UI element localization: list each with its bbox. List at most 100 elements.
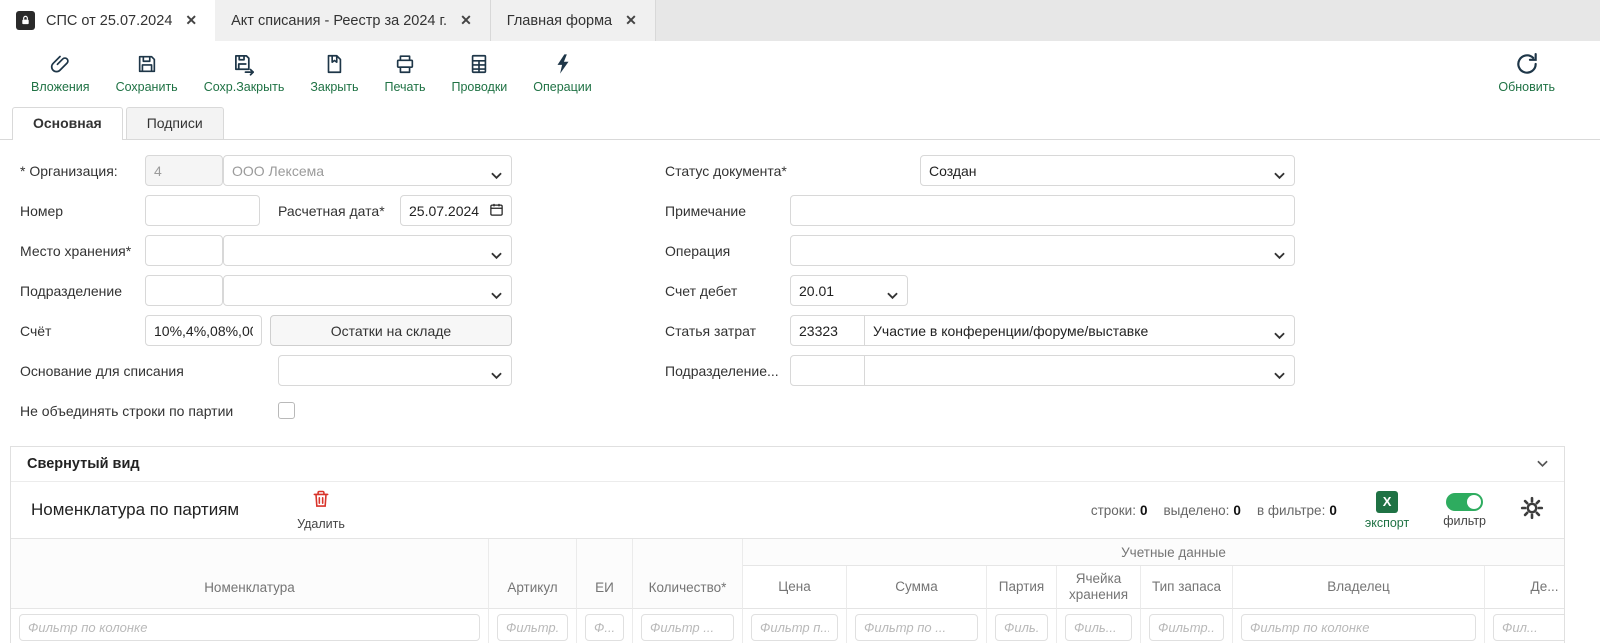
filter-input-quantity[interactable] <box>641 614 734 641</box>
column-header-price[interactable]: Цена <box>743 566 847 609</box>
debit-account-label: Счет дебет <box>665 283 790 299</box>
filter-input-unit[interactable] <box>585 614 624 641</box>
department2-code-input[interactable] <box>790 355 865 386</box>
chevron-down-icon <box>491 247 502 265</box>
number-label: Номер <box>20 203 145 219</box>
filter-input-price[interactable] <box>751 614 838 641</box>
toolbar-label: Операции <box>533 80 591 94</box>
excel-export-icon: X <box>1376 491 1398 513</box>
gear-icon <box>1520 507 1544 524</box>
filter-input-sum[interactable] <box>855 614 978 641</box>
column-header-owner[interactable]: Владелец <box>1233 566 1485 609</box>
operation-label: Операция <box>665 243 790 259</box>
operations-button[interactable]: Операции <box>520 48 604 98</box>
attachments-icon <box>49 52 72 76</box>
filter-input-storage-cell[interactable] <box>1065 614 1132 641</box>
column-header-unit[interactable]: ЕИ <box>577 539 633 609</box>
no-merge-checkbox[interactable] <box>278 402 295 419</box>
close-icon[interactable]: ✕ <box>458 10 474 31</box>
department-select[interactable] <box>223 275 512 306</box>
department2-label: Подразделение... <box>665 363 790 379</box>
number-input[interactable] <box>145 195 260 226</box>
toggle-knob <box>1467 495 1481 509</box>
toolbar-label: Закрыть <box>310 80 358 94</box>
column-header-stock-type[interactable]: Тип запаса <box>1141 566 1233 609</box>
cost-item-row: Статья затрат Участие в конференции/фору… <box>665 315 1295 346</box>
refresh-button[interactable]: Обновить <box>1485 48 1568 98</box>
no-merge-label: Не объединять строки по партии <box>20 403 278 419</box>
column-header-storage-cell[interactable]: Ячейка хранения <box>1057 566 1141 609</box>
print-button[interactable]: Печать <box>372 48 439 98</box>
filter-toggle-switch[interactable] <box>1446 493 1483 511</box>
column-header-nomenclature[interactable]: Номенклатура <box>11 539 489 609</box>
filter-label: фильтр <box>1443 514 1486 528</box>
chevron-down-icon <box>1274 367 1285 385</box>
delete-rows-button[interactable]: Удалить <box>297 489 345 531</box>
export-excel-button[interactable]: X экспорт <box>1365 491 1409 530</box>
collapsed-view-label: Свернутый вид <box>27 456 140 472</box>
column-header-quantity[interactable]: Количество* <box>633 539 743 609</box>
filter-input-nomenclature[interactable] <box>19 614 480 641</box>
save-close-button[interactable]: Сохр.Закрыть <box>191 48 298 98</box>
column-header-de[interactable]: Де... <box>1485 566 1564 609</box>
form-right-column: Статус документа* Создан Примечание Опер… <box>665 155 1295 435</box>
organization-select[interactable]: ООО Лексема <box>223 155 512 186</box>
collapsed-view-toggle[interactable]: Свернутый вид <box>11 447 1564 482</box>
window-tab-main-form[interactable]: Главная форма ✕ <box>491 0 656 41</box>
debit-account-select[interactable]: 20.01 <box>790 275 908 306</box>
filter-input-de[interactable] <box>1493 614 1564 641</box>
window-tab-label: Главная форма <box>507 13 612 29</box>
postings-button[interactable]: Проводки <box>438 48 520 98</box>
filtered-count: в фильтре:0 <box>1257 503 1337 518</box>
filter-input-batch[interactable] <box>995 614 1048 641</box>
toolbar-label: Проводки <box>451 80 507 94</box>
form-tab-strip: Основная Подписи <box>0 105 1600 140</box>
attachments-button[interactable]: Вложения <box>18 48 103 98</box>
organization-label: * Организация: <box>20 163 145 179</box>
storage-place-row: Место хранения* <box>20 235 512 266</box>
grid-settings-button[interactable] <box>1520 496 1544 525</box>
organization-code-input[interactable] <box>145 155 223 186</box>
chevron-down-icon <box>1274 327 1285 345</box>
debit-account-row: Счет дебет 20.01 <box>665 275 1295 306</box>
note-label: Примечание <box>665 203 790 219</box>
calc-date-label: Расчетная дата* <box>278 203 396 219</box>
cost-item-code-input[interactable] <box>790 315 865 346</box>
note-input[interactable] <box>790 195 1295 226</box>
filter-input-article[interactable] <box>497 614 568 641</box>
calc-date-input[interactable]: 25.07.2024 <box>400 195 512 226</box>
filter-input-owner[interactable] <box>1241 614 1476 641</box>
close-icon[interactable]: ✕ <box>623 10 639 31</box>
department2-select[interactable] <box>865 355 1295 386</box>
window-tab-sps[interactable]: СПС от 25.07.2024 ✕ <box>0 0 215 41</box>
close-icon[interactable]: ✕ <box>183 10 199 31</box>
column-header-sum[interactable]: Сумма <box>847 566 987 609</box>
number-row: Номер Расчетная дата* 25.07.2024 <box>20 195 512 226</box>
stock-balance-button[interactable]: Остатки на складе <box>270 315 512 346</box>
debit-account-value: 20.01 <box>799 283 834 299</box>
department-code-input[interactable] <box>145 275 223 306</box>
account-input[interactable] <box>145 315 262 346</box>
tab-signatures[interactable]: Подписи <box>126 107 224 139</box>
tab-main[interactable]: Основная <box>12 107 123 140</box>
storage-place-code-input[interactable] <box>145 235 223 266</box>
storage-place-select[interactable] <box>223 235 512 266</box>
save-button[interactable]: Сохранить <box>103 48 191 98</box>
writeoff-basis-select[interactable] <box>278 355 512 386</box>
save-icon <box>136 52 158 76</box>
column-header-batch[interactable]: Партия <box>987 566 1057 609</box>
filter-toggle-button[interactable]: фильтр <box>1443 493 1486 528</box>
window-tab-registry[interactable]: Акт списания - Реестр за 2024 г. ✕ <box>215 0 491 41</box>
operation-select[interactable] <box>790 235 1295 266</box>
cost-item-select[interactable]: Участие в конференции/форуме/выставке <box>865 315 1295 346</box>
filter-input-stock-type[interactable] <box>1149 614 1224 641</box>
calendar-icon[interactable] <box>489 202 504 220</box>
close-document-button[interactable]: Закрыть <box>297 48 371 98</box>
window-tab-label: СПС от 25.07.2024 <box>46 13 172 29</box>
status-select[interactable]: Создан <box>920 155 1295 186</box>
status-row: Статус документа* Создан <box>665 155 1295 186</box>
chevron-down-icon <box>1274 247 1285 265</box>
grid-stats: строки:0 выделено:0 в фильтре:0 <box>1091 503 1337 518</box>
window-tab-bar: СПС от 25.07.2024 ✕ Акт списания - Реест… <box>0 0 1600 41</box>
column-header-article[interactable]: Артикул <box>489 539 577 609</box>
